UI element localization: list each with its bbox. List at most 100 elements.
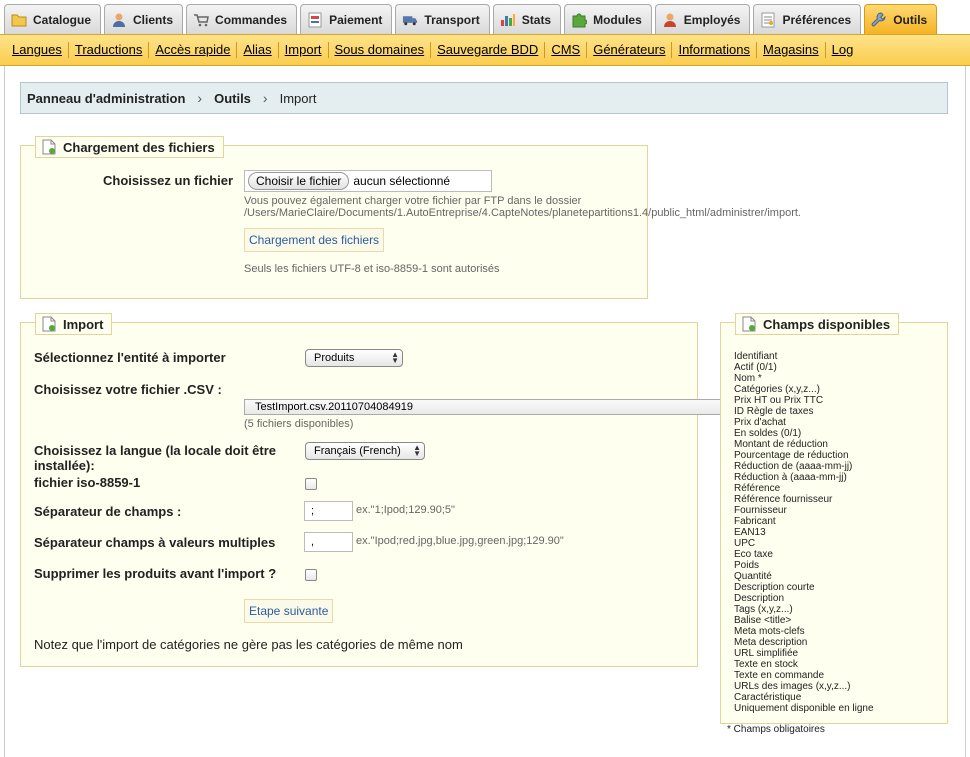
tab-commandes[interactable]: Commandes	[186, 4, 298, 34]
chart-icon	[500, 12, 516, 28]
tab-outils[interactable]: Outils	[864, 4, 938, 34]
multi-separator-label: Séparateur champs à valeurs multiples	[34, 535, 276, 550]
breadcrumb-current: Import	[279, 90, 317, 106]
categories-note: Notez que l'import de catégories ne gère…	[34, 637, 463, 652]
upload-legend-text: Chargement des fichiers	[63, 139, 215, 155]
available-field-item: Actif (0/1)	[734, 362, 777, 373]
subnav-item-import[interactable]: Import	[279, 42, 329, 58]
entity-label: Sélectionnez l'entité à importer	[34, 350, 226, 365]
available-field-item: URLs des images (x,y,z...)	[734, 681, 851, 692]
sub-navigation: Langues Traductions Accès rapide Alias Impor…	[0, 34, 970, 66]
field-separator-input[interactable]: ;	[304, 501, 353, 521]
available-field-item: Uniquement disponible en ligne	[734, 703, 874, 714]
available-field-item: Description courte	[734, 582, 815, 593]
upload-submit-button[interactable]: Chargement des fichiers	[244, 228, 385, 252]
csv-file-select[interactable]: TestImport.csv.20110704084919	[244, 399, 721, 415]
language-label-line1: Choisissez la langue (la locale doit êtr…	[34, 443, 277, 458]
available-field-item: Balise <title>	[734, 615, 792, 626]
available-field-item: Description	[734, 593, 785, 604]
tab-label: Paiement	[329, 12, 383, 27]
preferences-icon	[760, 12, 776, 28]
available-field-item: URL simplifiée	[734, 648, 799, 659]
ftp-note: Vous pouvez également charger votre fich…	[244, 195, 582, 207]
breadcrumb-root[interactable]: Panneau d'administration	[27, 91, 185, 106]
tab-label: Stats	[521, 12, 552, 27]
tab-label: Préférences	[782, 12, 852, 27]
available-field-item: Nom *	[734, 373, 762, 384]
next-step-button[interactable]: Etape suivante	[244, 599, 334, 623]
payment-icon	[307, 12, 323, 28]
entity-select[interactable]: Produits ▲ ▼	[305, 349, 403, 367]
tab-paiement[interactable]: Paiement	[300, 4, 393, 34]
tab-employ-s[interactable]: Employés	[654, 4, 751, 34]
subnav-item-traductions[interactable]: Traductions	[69, 42, 150, 58]
puzzle-icon	[571, 12, 588, 28]
available-field-item: Pourcentage de réduction	[734, 450, 849, 461]
available-field-item: Meta mots-clefs	[734, 626, 805, 637]
employee-icon	[662, 12, 678, 28]
tab-pr-f-rences[interactable]: Préférences	[753, 4, 862, 34]
entity-select-value: Produits	[314, 352, 355, 364]
subnav-item-alias[interactable]: Alias	[237, 42, 279, 58]
field-separator-example: ex."1;Ipod;129.90;5"	[356, 504, 455, 516]
field-separator-label: Séparateur de champs :	[34, 504, 182, 519]
file-status: aucun sélectionné	[353, 174, 451, 188]
available-field-item: Prix HT ou Prix TTC	[734, 395, 824, 406]
delete-products-checkbox[interactable]	[305, 569, 317, 581]
available-field-item: Caractéristique	[734, 692, 802, 703]
subnav-item-cms[interactable]: CMS	[545, 42, 588, 58]
multi-separator-example: ex."Ipod;red.jpg,blue.jpg,green.jpg;129.…	[356, 535, 564, 547]
available-field-item: Poids	[734, 560, 760, 571]
available-fields-list: Identifiant Actif (0/1) Nom * Catégories (x…	[734, 351, 874, 714]
subnav-item-sous-domaines[interactable]: Sous domaines	[329, 42, 432, 58]
tab-clients[interactable]: Clients	[104, 4, 184, 34]
main-tabs: Catalogue Clients Commandes Paiement Transpo…	[0, 0, 970, 34]
available-field-item: ID Règle de taxes	[734, 406, 814, 417]
tab-stats[interactable]: Stats	[492, 4, 562, 34]
subnav-item-g-n-rateurs[interactable]: Générateurs	[587, 42, 673, 58]
available-field-item: Référence	[734, 483, 781, 494]
available-fields-fieldset: Champs disponibles Identifiant Actif (0/1…	[720, 313, 948, 724]
cart-icon	[193, 12, 209, 28]
subnav-item-sauvegarde-bdd[interactable]: Sauvegarde BDD	[431, 42, 546, 58]
multi-separator-value: ,	[311, 536, 315, 548]
fields-legend-text: Champs disponibles	[763, 316, 891, 332]
tab-catalogue[interactable]: Catalogue	[4, 4, 102, 34]
subnav-item-magasins[interactable]: Magasins	[757, 42, 826, 58]
folder-icon	[11, 12, 27, 28]
available-field-item: Texte en commande	[734, 670, 825, 681]
breadcrumb-separator-icon: ›	[197, 90, 203, 106]
available-field-item: Texte en stock	[734, 659, 798, 670]
iso-checkbox[interactable]	[305, 478, 317, 490]
upload-fieldset: Chargement des fichiers Choisissez un fi…	[20, 136, 801, 299]
available-field-item: En soldes (0/1)	[734, 428, 802, 439]
breadcrumb-section[interactable]: Outils	[214, 91, 251, 106]
tab-transport[interactable]: Transport	[395, 4, 490, 34]
file-input[interactable]: Choisir le fichier aucun sélectionné	[244, 170, 492, 192]
language-label-line2: installée):	[34, 458, 95, 473]
select-arrows-icon: ▲ ▼	[391, 350, 399, 365]
choose-file-button[interactable]: Choisir le fichier	[248, 172, 350, 190]
tab-label: Transport	[424, 12, 480, 27]
formats-note: Seuls les fichiers UTF-8 et iso-8859-1 s…	[244, 263, 500, 275]
tab-label: Commandes	[215, 12, 288, 27]
tab-label: Clients	[133, 12, 174, 27]
available-field-item: Meta description	[734, 637, 808, 648]
tab-label: Catalogue	[33, 12, 92, 27]
breadcrumb: Panneau d'administration › Outils › Impo…	[20, 82, 948, 114]
subnav-item-informations[interactable]: Informations	[672, 42, 758, 58]
available-field-item: Montant de réduction	[734, 439, 828, 450]
tab-label: Modules	[593, 12, 642, 27]
available-field-item: Référence fournisseur	[734, 494, 833, 505]
subnav-item-acc-s-rapide[interactable]: Accès rapide	[149, 42, 238, 58]
tab-modules[interactable]: Modules	[564, 4, 652, 34]
available-field-item: Prix d'achat	[734, 417, 786, 428]
required-fields-note: * Champs obligatoires	[727, 724, 825, 735]
tab-label: Outils	[893, 12, 928, 27]
multi-separator-input[interactable]: ,	[304, 532, 353, 552]
language-select[interactable]: Français (French) ▲ ▼	[305, 442, 425, 460]
subnav-item-langues[interactable]: Langues	[6, 42, 69, 58]
upload-legend: Chargement des fichiers	[35, 136, 224, 158]
subnav-item-log[interactable]: Log	[826, 42, 860, 58]
ftp-path: /Users/MarieClaire/Documents/1.AutoEntre…	[244, 207, 801, 219]
